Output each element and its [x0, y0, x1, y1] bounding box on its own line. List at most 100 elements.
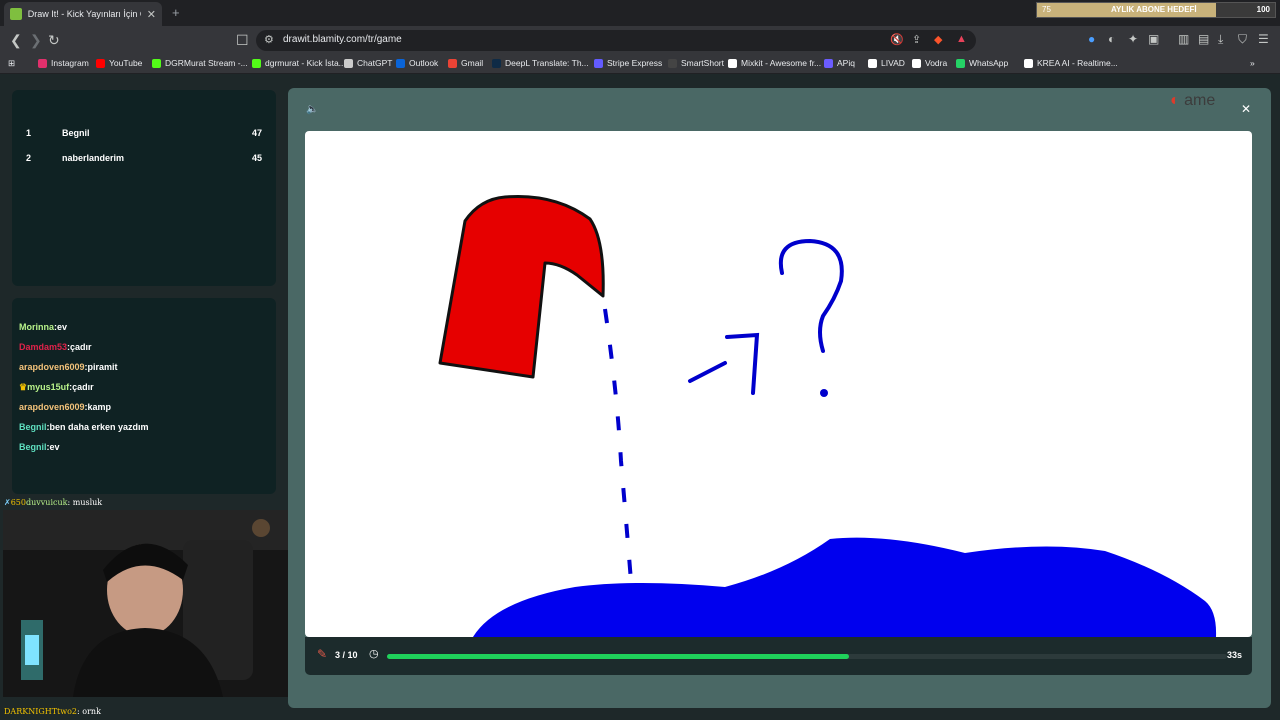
vpn-icon[interactable]: ⛉ — [1238, 32, 1247, 47]
chat-panel: Morinna:ev Damdam53:çadır arapdoven6009:pi… — [12, 298, 276, 494]
tab-close-icon[interactable]: ✕ — [147, 8, 156, 21]
sub-goal-start: 75 — [1042, 5, 1051, 14]
drawing-canvas[interactable] — [305, 131, 1252, 637]
chat-text: :kamp — [84, 402, 112, 412]
bookmark-label: Instagram — [51, 58, 89, 68]
mute-icon[interactable]: 🔇 — [890, 33, 904, 46]
pencil-icon: ✎ — [317, 647, 328, 661]
screenshot-icon[interactable]: ▣ — [1148, 32, 1159, 46]
sidebar-icon[interactable]: ▥ — [1178, 32, 1189, 46]
bookmark-label: WhatsApp — [969, 58, 1009, 68]
bookmark-label: DGRMurat Stream -... — [165, 58, 248, 68]
bookmark-icon — [448, 58, 457, 68]
bookmark-item[interactable]: dgrmurat - Kick İsta... — [252, 58, 346, 68]
badge-icon: 650 — [10, 498, 26, 507]
badge-icon: ✗ — [4, 498, 11, 507]
sub-goal-label: AYLIK ABONE HEDEFİ — [1111, 5, 1197, 14]
site-settings-icon[interactable]: ⚙ — [264, 33, 274, 46]
crown-icon: ♛ — [19, 382, 28, 392]
reload-icon[interactable]: ↻ — [48, 32, 60, 49]
bookmark-item[interactable]: ChatGPT — [344, 58, 392, 68]
bookmark-icon — [152, 58, 161, 68]
menu-icon[interactable]: ☰ — [1258, 32, 1269, 46]
bookmark-icon — [38, 58, 47, 68]
stream-chat-message: ✗650duvvuicuk: musluk — [4, 498, 102, 507]
chat-message: Morinna:ev — [19, 322, 67, 332]
chat-text: : ornk — [77, 707, 101, 716]
close-icon[interactable]: ✕ — [1241, 102, 1251, 116]
bookmark-item[interactable]: Stripe Express — [594, 58, 662, 68]
bookmark-icon — [96, 58, 105, 68]
bookmark-icon — [668, 58, 677, 68]
browser-tab[interactable]: Draw It! - Kick Yayınları İçin Ç ✕ — [4, 2, 162, 26]
chat-message: Damdam53:çadır — [19, 342, 92, 352]
chat-username: Morinna — [19, 322, 54, 332]
bookmark-item[interactable]: Instagram — [38, 58, 89, 68]
round-counter: 3 / 10 — [335, 650, 358, 660]
apps-grid-icon[interactable]: ⊞ — [8, 58, 15, 69]
bookmark-item[interactable]: DeepL Translate: Th... — [492, 58, 589, 68]
leaderboard-name: Begnil — [62, 128, 90, 138]
leaderboard-row: 1 Begnil 47 — [26, 128, 262, 142]
timer-icon: ◷ — [369, 648, 379, 660]
bookmark-icon — [252, 58, 261, 68]
sub-goal-end: 100 — [1256, 5, 1270, 14]
timer-progress-fill — [387, 654, 849, 659]
brave-shield-icon[interactable]: ◆ — [934, 33, 942, 46]
bookmark-icon — [396, 58, 405, 68]
download-icon[interactable]: ⤓ — [1218, 32, 1223, 47]
bookmark-icon — [728, 58, 737, 68]
timer-progress — [387, 654, 1227, 659]
extension-icon[interactable]: ● — [1088, 32, 1095, 46]
bookmark-icon — [868, 58, 877, 68]
brand-mark-icon: ◐ — [1170, 92, 1180, 109]
tab-favicon-icon — [10, 8, 22, 20]
bookmark-item[interactable]: DGRMurat Stream -... — [152, 58, 248, 68]
bookmark-label: Gmail — [461, 58, 484, 68]
sound-icon[interactable]: 🔈 — [306, 104, 318, 115]
bookmark-icon — [1024, 58, 1033, 68]
bookmark-item[interactable]: LIVAD — [868, 58, 905, 68]
sub-goal-bar: 75 AYLIK ABONE HEDEFİ 100 — [1036, 2, 1276, 18]
faucet-drawing — [438, 195, 605, 379]
chat-text: : musluk — [67, 498, 103, 507]
bookmarks-bar: ⊞ Instagram YouTube DGRMurat Stream -... dg… — [0, 54, 1280, 74]
back-icon[interactable]: ❮ — [10, 32, 22, 49]
bookmark-icon — [912, 58, 921, 68]
bookmark-item[interactable]: YouTube — [96, 58, 142, 68]
chat-username: duvvuicuk — [25, 498, 68, 507]
bookmark-item[interactable]: Outlook — [396, 58, 438, 68]
bookmark-item[interactable]: SmartShort — [668, 58, 724, 68]
extensions-puzzle-icon[interactable]: ✦ — [1128, 32, 1138, 46]
chat-message: arapdoven6009:kamp — [19, 402, 111, 412]
bookmark-label: Stripe Express — [607, 58, 663, 68]
brave-rewards-icon[interactable]: ▲ — [956, 33, 967, 45]
bookmark-item[interactable]: Gmail — [448, 58, 483, 68]
share-icon[interactable]: ⇪ — [912, 33, 921, 46]
chat-username: myus15uf — [27, 382, 70, 392]
bookmark-item[interactable]: KREA AI - Realtime... — [1024, 58, 1118, 68]
bookmark-item[interactable]: WhatsApp — [956, 58, 1008, 68]
bookmark-icon[interactable]: ☐ — [236, 32, 249, 49]
bookmark-label: dgrmurat - Kick İsta... — [265, 58, 346, 68]
more-bookmarks-icon[interactable]: » — [1250, 58, 1255, 68]
bookmark-label: DeepL Translate: Th... — [505, 58, 589, 68]
game-status-bar: ✎ 3 / 10 ◷ 33s — [305, 637, 1252, 675]
bookmark-item[interactable]: Mixkit - Awesome fr... — [728, 58, 821, 68]
bookmark-icon — [344, 58, 353, 68]
bookmark-label: ChatGPT — [357, 58, 393, 68]
bookmark-item[interactable]: Vodra — [912, 58, 947, 68]
bookmark-icon — [594, 58, 603, 68]
forward-icon[interactable]: ❯ — [30, 32, 42, 49]
new-tab-icon[interactable]: + — [172, 5, 180, 20]
chat-message: ♛myus15uf:çadır — [19, 382, 94, 393]
wallet-icon[interactable]: ▤ — [1198, 32, 1209, 46]
chat-username: Damdam53 — [19, 342, 68, 352]
bookmark-item[interactable]: APiq — [824, 58, 855, 68]
audio-icon[interactable]: ◐ — [1108, 32, 1115, 46]
chat-text: :ev — [54, 322, 68, 332]
url-field[interactable]: ⚙ drawit.blamity.com/tr/game 🔇 ⇪ ◆ ▲ — [256, 30, 976, 51]
chat-message: Begnil:ben daha erken yazdım — [19, 422, 149, 432]
leaderboard-name: naberlanderim — [62, 153, 125, 163]
tab-title: Draw It! - Kick Yayınları İçin Ç — [27, 9, 141, 19]
